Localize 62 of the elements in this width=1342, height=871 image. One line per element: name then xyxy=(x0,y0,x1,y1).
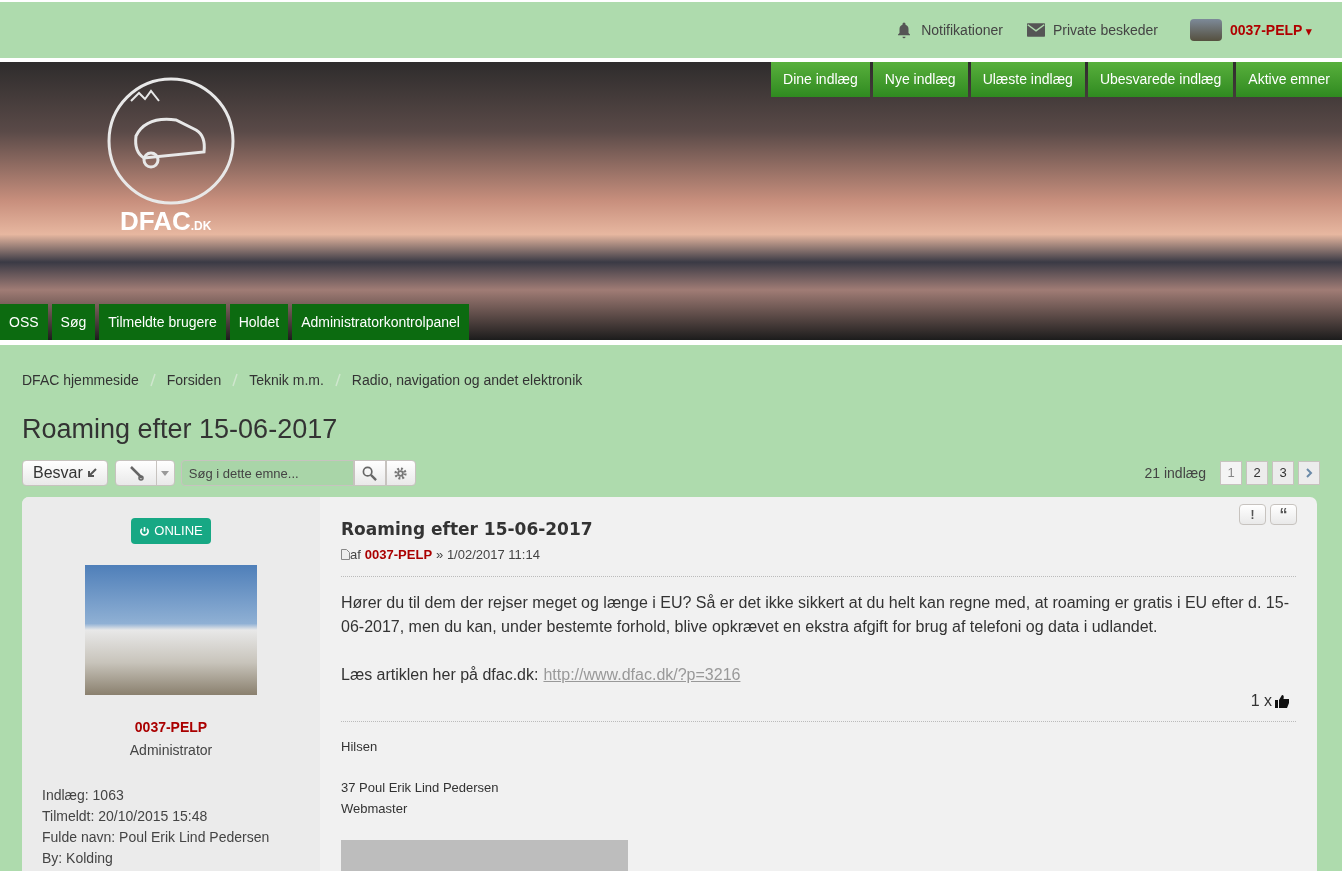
signature-line: Webmaster xyxy=(341,800,409,818)
quick-link[interactable]: Dine indlæg xyxy=(771,62,870,97)
logo-text: DFAC.DK xyxy=(120,205,212,238)
slash-separator-icon xyxy=(334,373,341,387)
nav-tab[interactable]: OSS xyxy=(0,304,48,340)
slash-separator-icon xyxy=(232,373,239,387)
nav-tab[interactable]: Administratorkontrolpanel xyxy=(292,304,469,340)
page-link[interactable]: 2 xyxy=(1246,461,1268,485)
page-link[interactable]: 3 xyxy=(1272,461,1294,485)
quick-link[interactable]: Ulæste indlæg xyxy=(970,62,1085,97)
wrench-icon xyxy=(127,465,144,481)
signature-line: Hilsen xyxy=(341,738,379,756)
quick-link[interactable]: Nye indlæg xyxy=(872,62,968,97)
link-prefix: Læs artiklen her på dfac.dk: xyxy=(341,665,539,685)
nav-tab[interactable]: Tilmeldte brugere xyxy=(99,304,226,340)
author-detail: Indlæg: 1063 xyxy=(42,786,125,805)
caret-icon xyxy=(161,470,170,476)
post-title: Roaming efter 15-06-2017 xyxy=(341,518,594,541)
breadcrumb-link[interactable]: Teknik m.m. xyxy=(249,369,324,391)
search-button[interactable] xyxy=(353,460,386,486)
arrow-icon xyxy=(86,468,97,478)
search-icon xyxy=(362,465,378,481)
like-count: 1 x xyxy=(1250,691,1272,711)
breadcrumb-link[interactable]: Forsiden xyxy=(166,369,222,391)
report-button[interactable]: ! xyxy=(1239,504,1266,525)
author-name-link[interactable]: 0037-PELP xyxy=(22,717,320,738)
document-icon xyxy=(341,548,350,560)
thumbs-up-icon[interactable] xyxy=(1274,694,1290,708)
author-detail: Tilmeldt: 20/10/2015 15:48 xyxy=(42,807,209,826)
nav-tab[interactable]: Søg xyxy=(51,304,96,340)
post-paragraph: Hører du til dem der rejser meget og længe i EU? Så er det ikke sikkert at du helt kan regne med, at roaming er gratis i EU efter d. 15-06-2017, men du kan, under bestemte forhold, blive opkrævet en ekstra afgift for brug af telefoni og data i udlandet. xyxy=(341,593,1290,637)
page-link[interactable]: 1 xyxy=(1220,461,1242,485)
slash-separator-icon xyxy=(149,373,156,387)
topic-search-field[interactable]: Søg i dette emne... xyxy=(180,460,354,486)
quote-button[interactable]: “ xyxy=(1270,504,1297,525)
nav-tab[interactable]: Holdet xyxy=(229,304,289,340)
author-detail: By: Kolding xyxy=(42,849,114,868)
avatar-thumbnail[interactable] xyxy=(1190,19,1222,41)
next-page-button[interactable] xyxy=(1298,461,1320,485)
author-rank: Administrator xyxy=(128,741,214,760)
breadcrumb-link[interactable]: DFAC hjemmeside xyxy=(22,369,139,391)
power-icon xyxy=(139,525,151,537)
chevron-right-icon xyxy=(1305,468,1313,478)
post-author-prefix: af xyxy=(350,545,361,564)
reply-button[interactable]: Besvar xyxy=(22,460,108,486)
top-bar-link[interactable]: Private beskeder xyxy=(1026,19,1158,41)
top-bar-link[interactable]: Notifikationer xyxy=(895,19,1003,41)
online-badge: ONLINE xyxy=(131,518,211,544)
settings-button[interactable] xyxy=(385,460,416,486)
author-detail: Fulde navn: Poul Erik Lind Pedersen xyxy=(42,828,271,847)
envelope-icon xyxy=(1026,23,1045,37)
breadcrumb-link[interactable]: Radio, navigation og andet elektronik xyxy=(351,369,583,391)
user-menu-link[interactable]: 0037-PELP ▾ xyxy=(1230,19,1312,41)
post-author-link[interactable]: 0037-PELP xyxy=(364,544,433,564)
quick-link[interactable]: Aktive emner xyxy=(1236,62,1342,97)
quick-link[interactable]: Ubesvarede indlæg xyxy=(1087,62,1234,97)
tools-dropdown-button[interactable] xyxy=(114,460,175,486)
post-count: 21 indlæg xyxy=(1144,463,1206,483)
post-date: » 1/02/2017 11:14 xyxy=(436,545,540,564)
settings-icon xyxy=(393,465,409,481)
signature-line: 37 Poul Erik Lind Pedersen xyxy=(341,779,500,797)
topic-title: Roaming efter 15-06-2017 xyxy=(22,416,339,443)
